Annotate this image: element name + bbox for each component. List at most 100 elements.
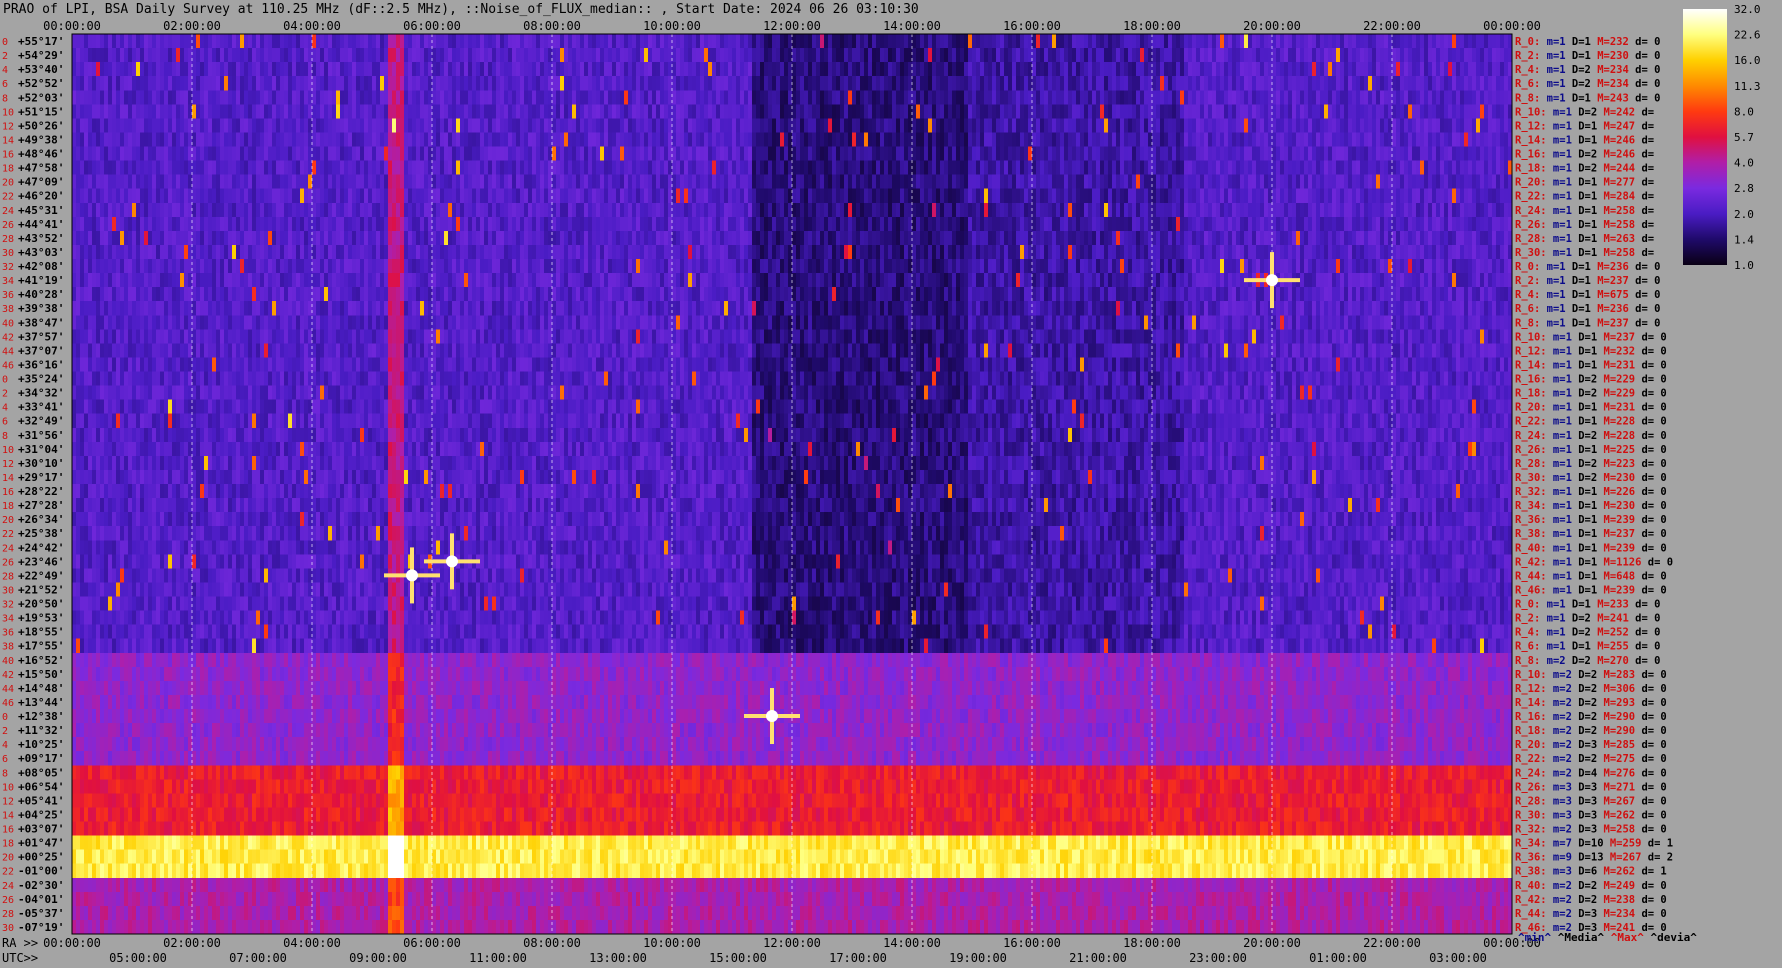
y-index-label: 40 — [2, 318, 14, 329]
row-stat: R_16: m=2 D=2 M=290 d= 0 — [1515, 711, 1667, 723]
row-stat: R_6: m=1 D=1 M=236 d= 0 — [1515, 303, 1660, 315]
row-stat: R_30: m=1 D=2 M=230 d= 0 — [1515, 472, 1667, 484]
x-utc-tick-label: 03:00:00 — [1429, 951, 1487, 965]
row-stat: R_14: m=1 D=1 M=231 d= 0 — [1515, 359, 1667, 371]
y-dec-label: +17°55' — [18, 640, 64, 653]
row-stat: R_12: m=1 D=1 M=247 d= — [1515, 120, 1654, 132]
y-index-label: 32 — [2, 262, 14, 273]
y-index-label: 22 — [2, 867, 14, 878]
colorbar-tick-label: 16.0 — [1734, 54, 1761, 67]
row-stat: R_44: m=2 D=3 M=234 d= 0 — [1515, 908, 1667, 920]
utc-prefix: UTC>> — [2, 951, 38, 965]
x-top-tick-label: 02:00:00 — [163, 19, 221, 33]
y-index-label: 42 — [2, 332, 14, 343]
row-stat: R_24: m=1 D=1 M=258 d= — [1515, 205, 1654, 217]
y-dec-label: +21°52' — [18, 583, 64, 596]
y-index-label: 4 — [2, 403, 8, 414]
y-dec-label: +13°44' — [18, 696, 64, 709]
y-dec-label: +43°52' — [18, 232, 64, 245]
row-stat: R_10: m=1 D=2 M=242 d= — [1515, 106, 1654, 118]
y-dec-label: +46°20' — [18, 190, 64, 203]
x-utc-tick-label: 07:00:00 — [229, 951, 287, 965]
y-index-label: 8 — [2, 768, 8, 779]
x-utc-tick-label: 17:00:00 — [829, 951, 887, 965]
y-index-label: 18 — [2, 164, 14, 175]
y-index-label: 28 — [2, 571, 14, 582]
y-index-label: 12 — [2, 121, 14, 132]
y-index-label: 4 — [2, 65, 8, 76]
row-stat: R_4: m=1 D=1 M=675 d= 0 — [1515, 289, 1660, 301]
x-top-tick-label: 08:00:00 — [523, 19, 581, 33]
x-ra-tick-label: 18:00:00 — [1123, 936, 1181, 950]
y-index-label: 14 — [2, 135, 14, 146]
y-dec-label: +27°28' — [18, 499, 64, 512]
x-top-tick-label: 22:00:00 — [1363, 19, 1421, 33]
row-stat: R_22: m=1 D=1 M=228 d= 0 — [1515, 416, 1667, 428]
row-stat: R_12: m=2 D=2 M=306 d= 0 — [1515, 683, 1667, 695]
y-index-label: 12 — [2, 459, 14, 470]
y-dec-label: +15°50' — [18, 668, 64, 681]
y-dec-label: +11°32' — [18, 724, 64, 737]
y-index-label: 2 — [2, 726, 8, 737]
y-dec-label: +54°29' — [18, 49, 64, 62]
colorbar-tick-label: 2.0 — [1734, 208, 1754, 221]
y-index-label: 6 — [2, 754, 8, 765]
y-dec-label: +29°17' — [18, 471, 64, 484]
row-stat: R_42: m=2 D=2 M=238 d= 0 — [1515, 894, 1667, 906]
row-stat: R_42: m=1 D=1 M=1126 d= 0 — [1515, 556, 1673, 568]
x-utc-tick-label: 01:00:00 — [1309, 951, 1367, 965]
x-top-tick-label: 18:00:00 — [1123, 19, 1181, 33]
y-index-label: 38 — [2, 642, 14, 653]
row-stat: R_6: m=1 D=1 M=255 d= 0 — [1515, 641, 1660, 653]
y-index-label: 34 — [2, 276, 14, 287]
x-utc-tick-label: 15:00:00 — [709, 951, 767, 965]
y-index-label: 44 — [2, 684, 14, 695]
x-top-tick-label: 10:00:00 — [643, 19, 701, 33]
x-ra-tick-label: 00:00:00 — [43, 936, 101, 950]
y-index-label: 2 — [2, 389, 8, 400]
y-dec-label: +03°07' — [18, 823, 64, 836]
row-stat: R_38: m=3 D=6 M=262 d= 1 — [1515, 866, 1667, 878]
colorbar-tick-label: 1.4 — [1734, 233, 1754, 246]
y-dec-label: +31°56' — [18, 429, 64, 442]
row-stat: R_36: m=1 D=1 M=239 d= 0 — [1515, 514, 1667, 526]
y-dec-label: +41°19' — [18, 274, 64, 287]
y-dec-label: +08°05' — [18, 766, 64, 779]
y-dec-label: +06°54' — [18, 780, 64, 793]
source-mark — [406, 569, 418, 582]
row-stat: R_28: m=3 D=3 M=267 d= 0 — [1515, 795, 1667, 807]
x-utc-tick-label: 05:00:00 — [109, 951, 167, 965]
y-index-label: 36 — [2, 628, 14, 639]
row-stat: R_18: m=2 D=2 M=290 d= 0 — [1515, 725, 1667, 737]
y-dec-label: +32°49' — [18, 415, 64, 428]
x-ra-tick-label: 02:00:00 — [163, 936, 221, 950]
y-dec-label: +55°17' — [18, 35, 64, 48]
row-stat: R_30: m=1 D=1 M=258 d= — [1515, 247, 1654, 259]
y-dec-label: +28°22' — [18, 485, 64, 498]
x-top-tick-label: 04:00:00 — [283, 19, 341, 33]
x-ra-tick-label: 22:00:00 — [1363, 936, 1421, 950]
row-stat: R_8: m=1 D=1 M=243 d= 0 — [1515, 92, 1660, 104]
row-stat: R_12: m=1 D=1 M=232 d= 0 — [1515, 345, 1667, 357]
survey-chart: 00:00:00 02:00:00 04:00:00 06:00:00 08:00:00… — [2, 3, 1761, 965]
colorbar-tick-label: 2.8 — [1734, 182, 1754, 195]
row-stat: R_46: m=1 D=1 M=239 d= 0 — [1515, 584, 1667, 596]
y-index-label: 10 — [2, 107, 14, 118]
x-utc-tick-label: 13:00:00 — [589, 951, 647, 965]
x-ra-tick-label: 14:00:00 — [883, 936, 941, 950]
y-dec-label: +52°52' — [18, 77, 64, 90]
row-stat: R_14: m=2 D=2 M=293 d= 0 — [1515, 697, 1667, 709]
x-utc-tick-label: 19:00:00 — [949, 951, 1007, 965]
y-index-label: 30 — [2, 923, 14, 934]
row-stat: R_22: m=2 D=2 M=275 d= 0 — [1515, 753, 1667, 765]
y-dec-label: +16°52' — [18, 654, 64, 667]
row-stat: R_4: m=1 D=2 M=252 d= 0 — [1515, 627, 1660, 639]
y-dec-label: +49°38' — [18, 133, 64, 146]
row-stat: R_2: m=1 D=1 M=230 d= 0 — [1515, 50, 1660, 62]
y-dec-label: +12°38' — [18, 710, 64, 723]
source-mark — [1266, 274, 1278, 287]
y-index-label: 22 — [2, 192, 14, 203]
row-stat: R_4: m=1 D=2 M=234 d= 0 — [1515, 64, 1660, 76]
y-index-label: 0 — [2, 37, 8, 48]
y-index-label: 34 — [2, 614, 14, 625]
